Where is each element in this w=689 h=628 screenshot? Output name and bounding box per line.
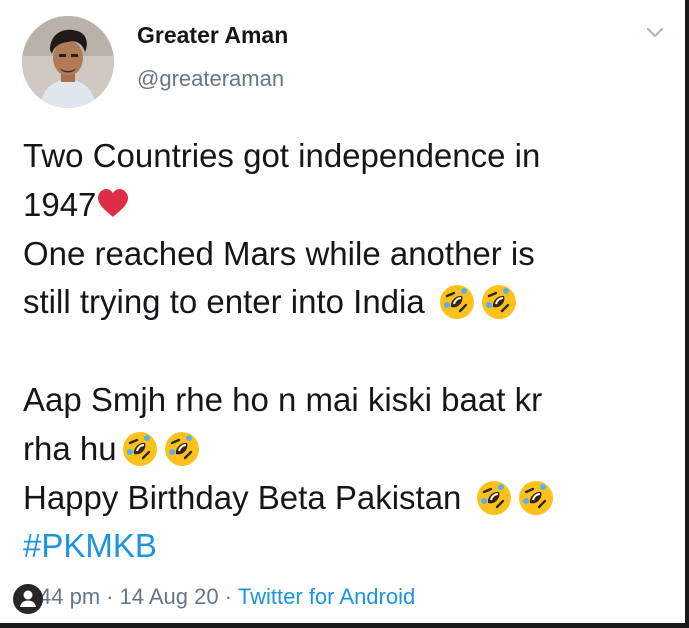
user-circle-icon[interactable] — [12, 583, 44, 615]
tweet-line: still trying to enter into India — [23, 278, 663, 327]
rolling-on-floor-laughing-icon — [439, 285, 474, 320]
avatar-image — [22, 16, 114, 108]
tweet-line: rha hu — [23, 425, 663, 474]
tweet-line: Two Countries got independence in — [23, 137, 541, 174]
tweet-line: One reached Mars while another is — [23, 234, 535, 272]
tweet-card: Greater Aman @greateraman Two Countries … — [0, 0, 689, 628]
tweet-line: 1947 — [23, 181, 663, 230]
separator: · — [106, 584, 114, 609]
rolling-on-floor-laughing-icon — [476, 480, 511, 515]
rolling-on-floor-laughing-icon — [518, 480, 553, 515]
rolling-on-floor-laughing-icon — [164, 431, 199, 466]
red-heart-icon — [98, 188, 129, 217]
rolling-on-floor-laughing-icon — [481, 285, 516, 320]
hashtag-link[interactable]: #PKMKB — [23, 522, 663, 571]
tweet-meta: 44 pm · 14 Aug 20 · Twitter for Android — [20, 584, 415, 610]
bottom-border — [0, 623, 689, 628]
user-handle[interactable]: @greateraman — [137, 66, 284, 92]
tweet-text: Two Countries got independence in 1947 O… — [23, 132, 663, 571]
right-border — [685, 0, 689, 628]
display-name[interactable]: Greater Aman — [137, 22, 288, 49]
chevron-down-icon[interactable] — [646, 26, 664, 40]
tweet-line: Happy Birthday Beta Pakistan — [23, 474, 663, 523]
rolling-on-floor-laughing-icon — [122, 431, 157, 466]
tweet-line: Aap Smjh rhe ho n mai kiski baat kr — [23, 380, 543, 418]
separator: · — [224, 584, 232, 609]
tweet-date[interactable]: 14 Aug 20 — [119, 584, 218, 609]
avatar[interactable] — [22, 16, 114, 108]
tweet-source-link[interactable]: Twitter for Android — [238, 584, 415, 609]
